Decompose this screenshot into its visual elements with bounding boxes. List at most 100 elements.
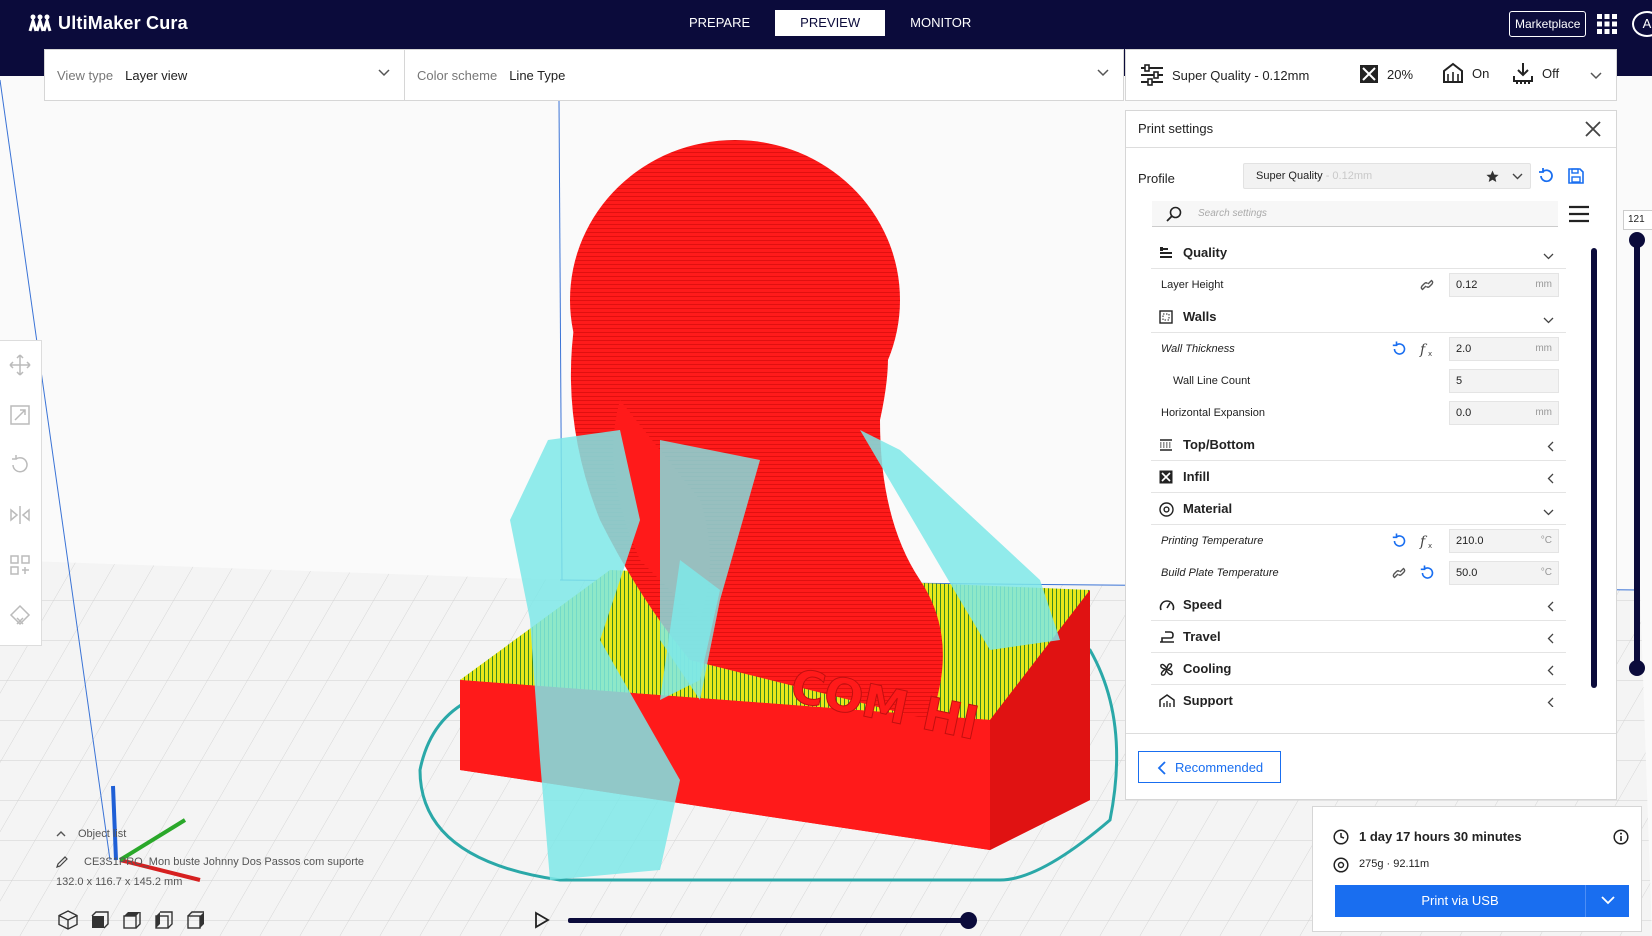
setting-value-field[interactable]: 0.0 mm	[1449, 401, 1559, 425]
svg-text:f: f	[1419, 342, 1428, 357]
pencil-icon[interactable]	[56, 856, 68, 868]
color-scheme-dropdown[interactable]: Color scheme Line Type	[405, 50, 1123, 100]
ultimaker-logo-icon	[28, 14, 52, 32]
tab-monitor[interactable]: MONITOR	[885, 10, 996, 36]
right-view-icon[interactable]	[186, 910, 206, 930]
support-blocker-icon[interactable]	[8, 603, 32, 627]
path-slider-handle[interactable]	[960, 912, 977, 929]
support-icon	[1159, 694, 1175, 707]
view-type-value: Layer view	[125, 67, 188, 83]
function-icon[interactable]: fx	[1419, 533, 1435, 552]
print-setup-selector[interactable]: Super Quality - 0.12mm 20% On Off	[1125, 49, 1617, 101]
setting-label: Wall Thickness	[1161, 343, 1235, 355]
per-model-settings-icon[interactable]	[8, 553, 32, 577]
category-material[interactable]: Material	[1151, 493, 1566, 525]
setting-label: Wall Line Count	[1173, 375, 1251, 387]
category-infill[interactable]: Infill	[1151, 461, 1566, 493]
layer-slider-vertical[interactable]: 121	[1623, 202, 1652, 682]
support-summary-value: On	[1472, 65, 1490, 81]
reset-icon[interactable]	[1391, 341, 1407, 360]
left-view-icon[interactable]	[154, 910, 174, 930]
chevron-left-icon	[1547, 472, 1554, 487]
mirror-tool-icon[interactable]	[8, 503, 32, 527]
speed-icon	[1159, 598, 1175, 615]
setting-value: 0.12	[1456, 279, 1478, 291]
setting-value-field[interactable]: 0.12 mm	[1449, 273, 1559, 297]
chevron-left-icon	[1547, 664, 1554, 679]
category-cooling[interactable]: Cooling	[1151, 653, 1566, 685]
category-label: Travel	[1183, 629, 1221, 644]
object-list-item[interactable]: CE3S1PRO_Mon buste Johnny Dos Passos com…	[56, 852, 476, 872]
category-walls[interactable]: Walls	[1151, 301, 1566, 333]
button-divider	[1585, 885, 1586, 917]
category-label: Top/Bottom	[1183, 437, 1255, 452]
view-type-dropdown[interactable]: View type Layer view	[45, 50, 405, 100]
marketplace-button[interactable]: Marketplace	[1509, 11, 1587, 37]
chevron-down-icon	[1590, 72, 1602, 80]
rotate-tool-icon[interactable]	[8, 453, 32, 477]
settings-scrollbar[interactable]	[1591, 248, 1597, 688]
chevron-down-icon	[378, 69, 390, 77]
material-estimate: 275g · 92.11m	[1359, 858, 1430, 870]
app-logo: UltiMaker Cura	[28, 10, 188, 36]
panel-title: Print settings	[1138, 121, 1214, 136]
reset-icon[interactable]	[1391, 533, 1407, 552]
setting-value-field[interactable]: 5	[1449, 369, 1559, 393]
travel-icon	[1159, 630, 1175, 647]
layer-slider-bottom-handle[interactable]	[1629, 660, 1645, 676]
move-tool-icon[interactable]	[8, 353, 32, 377]
search-placeholder: Search settings	[1198, 208, 1267, 219]
recommended-mode-button[interactable]: Recommended	[1138, 751, 1281, 783]
info-icon[interactable]	[1613, 829, 1629, 845]
layer-slider-top-handle[interactable]	[1629, 232, 1645, 248]
tab-preview[interactable]: PREVIEW	[775, 10, 886, 36]
path-slider[interactable]	[534, 910, 989, 932]
chevron-down-icon[interactable]	[1601, 896, 1615, 905]
svg-text:f: f	[1419, 534, 1428, 549]
setting-value-field[interactable]: 2.0 mm	[1449, 337, 1559, 361]
top-view-icon[interactable]	[122, 910, 142, 930]
setting-value-field[interactable]: 210.0 °C	[1449, 529, 1559, 553]
search-settings-input[interactable]: Search settings	[1152, 201, 1558, 227]
print-via-usb-button[interactable]: Print via USB	[1335, 885, 1629, 917]
3d-view-icon[interactable]	[58, 910, 78, 930]
category-top-bottom[interactable]: Top/Bottom	[1151, 429, 1566, 461]
current-layer-box[interactable]: 121	[1623, 210, 1652, 230]
profile-dropdown[interactable]: Super Quality - 0.12mm	[1243, 163, 1531, 189]
object-list-header: Object list	[78, 828, 127, 840]
profile-summary: Super Quality - 0.12mm	[1140, 64, 1309, 86]
play-icon[interactable]	[534, 911, 550, 929]
category-support[interactable]: Support	[1151, 685, 1566, 707]
setting-value-field[interactable]: 50.0 °C	[1449, 561, 1559, 585]
save-profile-icon[interactable]	[1567, 167, 1585, 185]
chevron-down-icon	[1097, 69, 1109, 77]
category-speed[interactable]: Speed	[1151, 589, 1566, 621]
close-icon[interactable]	[1584, 120, 1602, 138]
tab-prepare[interactable]: PREPARE	[664, 10, 775, 36]
link-icon[interactable]	[1391, 565, 1407, 584]
scale-tool-icon[interactable]	[8, 403, 32, 427]
chevron-down-icon	[1543, 312, 1554, 327]
front-view-icon[interactable]	[90, 910, 110, 930]
material-spool-icon	[1333, 857, 1349, 873]
support-summary: On	[1442, 62, 1489, 84]
app-title: UltiMaker Cura	[58, 12, 188, 33]
setting-unit: °C	[1540, 567, 1552, 578]
hamburger-menu-icon[interactable]	[1568, 205, 1590, 223]
link-icon[interactable]	[1419, 277, 1435, 296]
chevron-left-icon	[1157, 761, 1166, 775]
chevron-down-icon	[1543, 504, 1554, 519]
walls-icon	[1159, 310, 1173, 327]
category-travel[interactable]: Travel	[1151, 621, 1566, 653]
chevron-left-icon	[1547, 440, 1554, 455]
account-avatar[interactable]: A	[1632, 11, 1652, 37]
left-toolbar	[0, 340, 42, 646]
object-list-toggle[interactable]: Object list	[56, 824, 476, 844]
reset-profile-icon[interactable]	[1537, 167, 1555, 185]
function-icon[interactable]: fx	[1419, 341, 1435, 360]
setting-value: 5	[1456, 375, 1463, 387]
category-quality[interactable]: Quality	[1151, 237, 1566, 269]
applications-grid-icon[interactable]	[1597, 14, 1617, 34]
reset-icon[interactable]	[1419, 565, 1435, 584]
star-icon[interactable]	[1486, 170, 1499, 183]
